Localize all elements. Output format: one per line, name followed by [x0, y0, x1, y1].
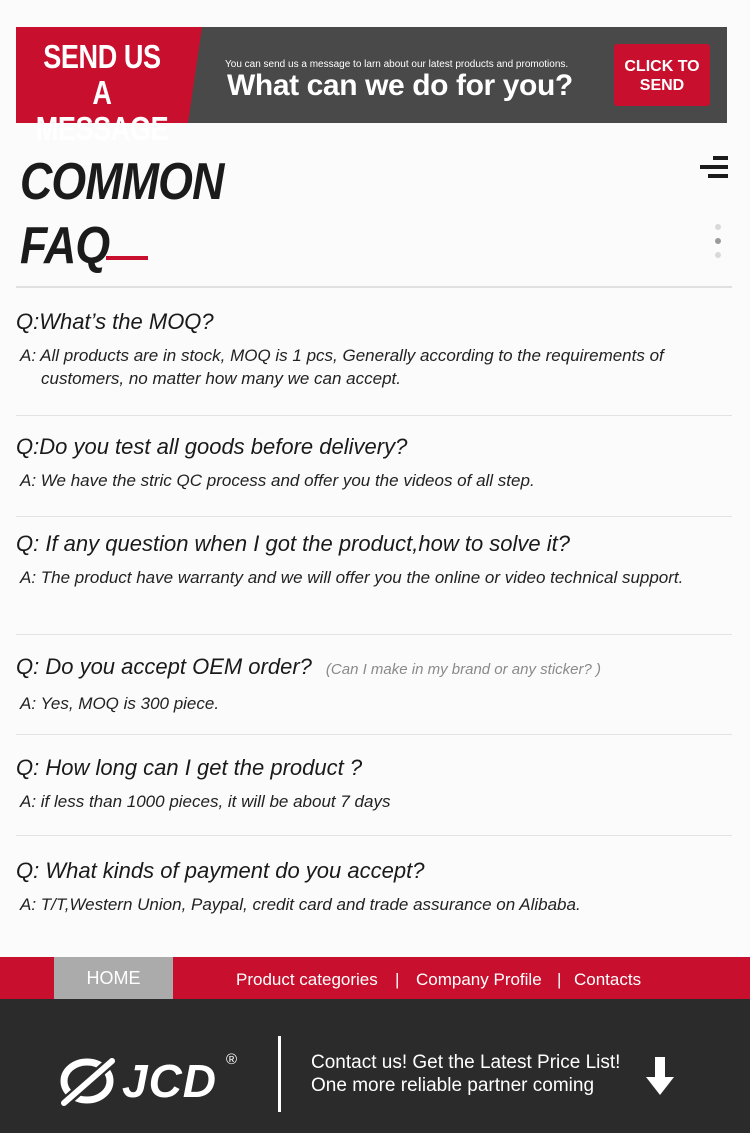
nav-home-link[interactable]: HOME [54, 957, 173, 999]
title-accent-underline [106, 256, 148, 260]
faq-answer: A: All products are in stock, MOQ is 1 p… [20, 346, 664, 388]
footer-divider [278, 1036, 281, 1112]
faq-item: Q: How long can I get the product ? A: i… [16, 754, 732, 813]
faq-answer: A: if less than 1000 pieces, it will be … [20, 792, 391, 811]
nav-separator: | [557, 970, 562, 989]
faq-question: Q: If any question when I got the produc… [16, 531, 570, 556]
nav-product-categories-link[interactable]: Product categories [236, 957, 378, 999]
faq-question-note: (Can I make in my brand or any sticker? … [325, 661, 602, 678]
faq-answer: A: Yes, MOQ is 300 piece. [20, 694, 220, 713]
banner-red-block: SEND US A MESSAGE [16, 27, 188, 147]
faq-item: Q:What’s the MOQ? A: All products are in… [16, 308, 732, 390]
divider [16, 734, 732, 735]
faq-answer: A: T/T,Western Union, Paypal, credit car… [20, 895, 581, 914]
send-button-line2: SEND [639, 77, 685, 94]
pagination-dots [715, 224, 722, 258]
nav-separator: | [395, 970, 400, 989]
faq-item: Q: If any question when I got the produc… [16, 530, 732, 589]
faq-item: Q: What kinds of payment do you accept? … [16, 857, 732, 916]
divider [16, 516, 732, 517]
send-message-banner: SEND US A MESSAGE You can send us a mess… [16, 27, 727, 147]
dot-active-icon [715, 238, 721, 244]
logo-wordmark: JCD [122, 1055, 218, 1107]
footer: JCD ® Contact us! Get the Latest Price L… [0, 999, 750, 1133]
banner-title: SEND US A MESSAGE [31, 39, 172, 147]
jcd-logo[interactable]: JCD ® [58, 1051, 248, 1109]
faq-title-line1: COMMON [20, 153, 224, 211]
nav-company-profile-link[interactable]: Company Profile [416, 957, 542, 999]
banner-red-wedge [188, 27, 202, 123]
divider [16, 835, 732, 836]
nav-contacts-link[interactable]: Contacts [574, 957, 641, 999]
faq-answer: A: We have the stric QC process and offe… [20, 471, 535, 490]
faq-question: Q:What’s the MOQ? [16, 309, 214, 334]
footer-tagline: One more reliable partner coming [311, 1075, 595, 1096]
bottom-nav-bar: HOME Product categories | Company Profil… [0, 957, 750, 999]
divider [16, 634, 732, 635]
faq-answer: A: The product have warranty and we will… [20, 568, 684, 587]
banner-title-line2: MESSAGE [35, 110, 169, 147]
down-arrow-icon[interactable] [644, 1057, 676, 1097]
faq-question: Q: How long can I get the product ? [16, 755, 363, 780]
banner-headline: What can we do for you? [227, 69, 573, 102]
faq-title-line2: FAQ [20, 217, 110, 275]
faq-question: Q: What kinds of payment do you accept? [16, 858, 425, 883]
registered-mark: ® [226, 1051, 238, 1068]
slashed-circle-logo-icon [58, 1055, 120, 1107]
send-button-line1: CLICK TO [624, 58, 700, 75]
divider [16, 286, 732, 288]
banner-title-line1: SEND US A [43, 38, 161, 111]
faq-item: Q: Do you accept OEM order? (Can I make i… [16, 653, 732, 715]
dot-icon [715, 252, 721, 258]
dot-icon [715, 224, 721, 230]
faq-question: Q: Do you accept OEM order? (Can I make i… [16, 654, 602, 679]
menu-lines-icon[interactable] [700, 156, 728, 180]
click-to-send-button[interactable]: CLICK TO SEND [614, 44, 710, 106]
faq-question: Q:Do you test all goods before delivery? [16, 434, 408, 459]
faq-item: Q:Do you test all goods before delivery?… [16, 433, 732, 492]
footer-contact-line: Contact us! Get the Latest Price List! [311, 1052, 621, 1073]
divider [16, 415, 732, 416]
